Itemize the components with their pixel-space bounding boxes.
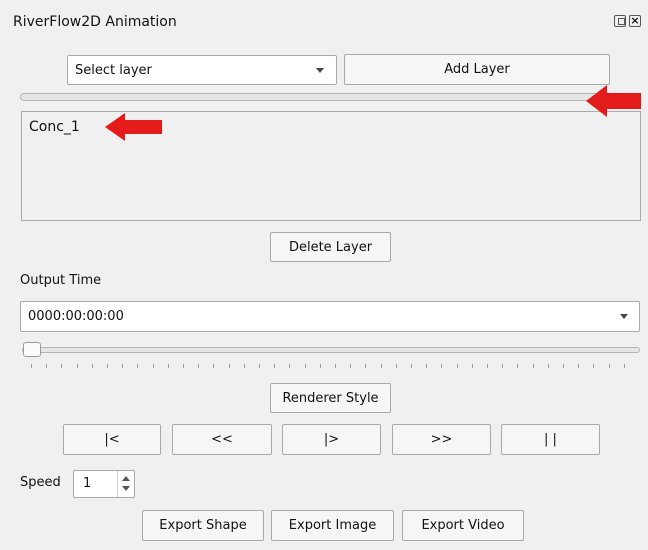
renderer-style-label: Renderer Style: [282, 390, 379, 406]
add-layer-button[interactable]: Add Layer: [344, 54, 610, 85]
float-icon[interactable]: [614, 15, 626, 27]
slider-tick: [380, 364, 382, 368]
export-video-label: Export Video: [421, 518, 505, 533]
chevron-down-icon: [620, 314, 628, 319]
export-image-label: Export Image: [288, 518, 377, 533]
slider-tick: [487, 364, 488, 368]
speed-value: 1: [83, 476, 92, 491]
output-time-select[interactable]: 0000:00:00:00: [20, 301, 640, 332]
window-title: RiverFlow2D Animation: [13, 14, 177, 30]
slider-tick: [228, 364, 230, 368]
add-layer-label: Add Layer: [444, 62, 510, 77]
export-image-button[interactable]: Export Image: [271, 510, 394, 541]
slider-tick: [274, 364, 276, 368]
play-label: |>: [323, 432, 340, 447]
slider-tick: [304, 364, 306, 368]
slider-tick: [411, 364, 412, 368]
slider-tick: [517, 364, 519, 368]
slider-tick: [456, 364, 458, 368]
speed-label: Speed: [20, 475, 61, 490]
spin-buttons[interactable]: [117, 471, 134, 497]
time-slider-ticks: [31, 364, 631, 369]
slider-tick: [76, 364, 78, 368]
slider-tick: [61, 364, 63, 368]
export-shape-button[interactable]: Export Shape: [142, 510, 264, 541]
annotation-arrow-shape: [105, 113, 162, 141]
slider-tick: [46, 364, 48, 368]
export-shape-label: Export Shape: [159, 518, 247, 533]
slider-tick: [547, 364, 549, 368]
slider-tick: [213, 364, 215, 368]
delete-layer-button[interactable]: Delete Layer: [270, 232, 391, 262]
list-item[interactable]: Conc_1: [29, 119, 80, 135]
time-slider-handle[interactable]: [23, 342, 41, 357]
slider-tick: [91, 364, 93, 368]
spin-up-icon[interactable]: [122, 476, 130, 481]
renderer-style-button[interactable]: Renderer Style: [270, 383, 391, 413]
output-time-label: Output Time: [20, 273, 102, 288]
slider-tick: [198, 364, 200, 368]
slider-tick: [319, 364, 321, 368]
slider-tick: [502, 364, 504, 368]
export-video-button[interactable]: Export Video: [402, 510, 524, 541]
slider-tick: [563, 364, 564, 368]
slider-tick: [167, 364, 169, 368]
slider-tick: [122, 364, 124, 368]
chevron-down-icon: [316, 68, 324, 73]
slider-tick: [335, 364, 336, 368]
slider-tick: [623, 364, 625, 368]
delete-layer-label: Delete Layer: [288, 239, 373, 255]
slider-tick: [183, 364, 184, 368]
slider-tick: [350, 364, 352, 368]
annotation-arrow-icon: [105, 113, 162, 141]
slider-tick: [243, 364, 245, 368]
progress-bar: [20, 93, 640, 101]
slider-tick: [608, 364, 610, 368]
pause-button[interactable]: | |: [501, 424, 600, 455]
speed-spinbox[interactable]: 1: [73, 470, 135, 498]
step-back-button[interactable]: <<: [172, 424, 272, 455]
slider-tick: [107, 364, 108, 368]
output-time-value: 0000:00:00:00: [28, 309, 124, 324]
slider-tick: [137, 364, 139, 368]
layer-select[interactable]: Select layer: [67, 55, 337, 85]
play-button[interactable]: |>: [282, 424, 381, 455]
step-forward-button[interactable]: >>: [392, 424, 491, 455]
spin-down-icon[interactable]: [122, 486, 130, 491]
time-slider-track[interactable]: [22, 347, 640, 353]
slider-tick: [395, 364, 397, 368]
slider-tick: [532, 364, 534, 368]
slider-tick: [152, 364, 154, 368]
first-frame-button[interactable]: |<: [63, 424, 161, 455]
layer-select-value: Select layer: [75, 62, 152, 78]
step-forward-label: >>: [430, 432, 453, 447]
step-back-label: <<: [211, 432, 233, 447]
annotation-arrow-icon: [586, 85, 641, 117]
slider-tick: [593, 364, 595, 368]
slider-tick: [578, 364, 580, 368]
slider-tick: [289, 364, 291, 368]
first-frame-label: |<: [104, 432, 120, 447]
slider-tick: [259, 364, 260, 368]
slider-tick: [31, 364, 32, 368]
annotation-arrow-shape: [586, 85, 641, 117]
slider-tick: [365, 364, 367, 368]
pause-label: | |: [544, 432, 557, 447]
slider-tick: [441, 364, 443, 368]
slider-tick: [426, 364, 428, 368]
slider-tick: [471, 364, 473, 368]
close-icon[interactable]: ×: [629, 15, 641, 27]
